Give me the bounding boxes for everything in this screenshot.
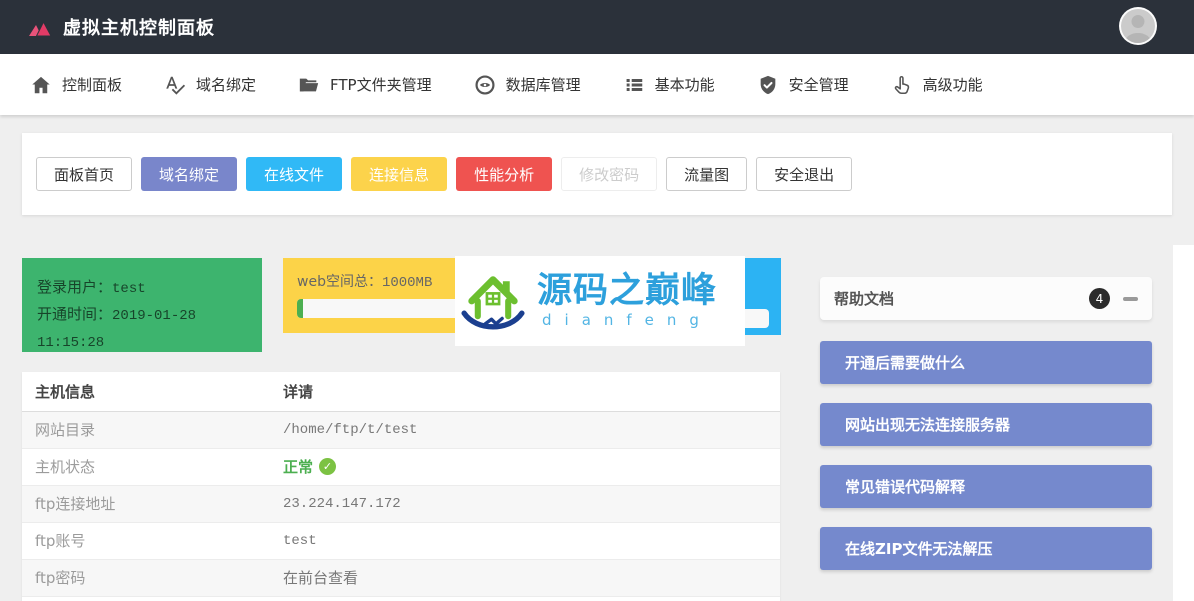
help-item-cannot-connect[interactable]: 网站出现无法连接服务器 bbox=[820, 403, 1152, 446]
web-space-progress-fill bbox=[297, 299, 304, 318]
app-title: 虚拟主机控制面板 bbox=[63, 18, 215, 39]
table-header-row: 主机信息 详请 bbox=[22, 372, 780, 412]
scrollbar-track[interactable] bbox=[1173, 245, 1194, 601]
shield-check-icon bbox=[757, 74, 779, 96]
nav-item-advanced[interactable]: 高级功能 bbox=[891, 74, 983, 96]
table-row: ftp密码 在前台查看 bbox=[22, 559, 780, 597]
row-label: ftp账号 bbox=[22, 522, 270, 560]
nav-item-ftp-folders[interactable]: FTP文件夹管理 bbox=[298, 74, 432, 96]
check-circle-icon: ✓ bbox=[319, 458, 337, 475]
row-label: ftp连接地址 bbox=[22, 485, 270, 523]
safe-logout-button[interactable]: 安全退出 bbox=[756, 157, 853, 191]
row-label: ftp密码 bbox=[22, 559, 270, 597]
open-time-label: 开通时间： bbox=[37, 305, 113, 323]
performance-button[interactable]: 性能分析 bbox=[456, 157, 553, 191]
help-item-after-activation[interactable]: 开通后需要做什么 bbox=[820, 341, 1152, 384]
nav-item-domain-bind[interactable]: 域名绑定 bbox=[164, 74, 256, 96]
help-docs-title: 帮助文档 bbox=[834, 290, 895, 308]
connection-info-button[interactable]: 连接信息 bbox=[351, 157, 448, 191]
col-header-host-info: 主机信息 bbox=[22, 372, 270, 412]
nav-item-security[interactable]: 安全管理 bbox=[757, 74, 849, 96]
open-time-line: 开通时间：2019-01-28 11:15:28 bbox=[37, 302, 247, 356]
quick-actions-card: 面板首页 域名绑定 在线文件 连接信息 性能分析 修改密码 流量图 安全退出 bbox=[22, 133, 1172, 215]
nav-label: 域名绑定 bbox=[196, 76, 257, 94]
spellcheck-icon bbox=[164, 74, 186, 96]
virtual-host-panel: 虚拟主机控制面板 控制面板 域名绑定 FTP文件夹管理 数据库管理 基本功能 安… bbox=[0, 0, 1194, 601]
help-item-zip-unzip-problem[interactable]: 在线ZIP文件无法解压 bbox=[820, 527, 1152, 570]
domain-bind-button[interactable]: 域名绑定 bbox=[141, 157, 238, 191]
status-text: 正常 bbox=[283, 458, 314, 476]
table-row: 网站目录 /home/ftp/t/test bbox=[22, 411, 780, 449]
row-label: 网站目录 bbox=[22, 411, 270, 449]
table-row: ftp连接地址 23.224.147.172 bbox=[22, 485, 780, 523]
user-avatar[interactable] bbox=[1119, 7, 1157, 45]
main-nav: 控制面板 域名绑定 FTP文件夹管理 数据库管理 基本功能 安全管理 高级功能 bbox=[0, 54, 1194, 115]
traffic-chart-button[interactable]: 流量图 bbox=[666, 157, 748, 191]
nav-label: 安全管理 bbox=[788, 76, 849, 94]
nav-label: 高级功能 bbox=[922, 76, 983, 94]
change-password-button[interactable]: 修改密码 bbox=[561, 157, 658, 191]
row-label: 主机状态 bbox=[22, 448, 270, 486]
watermark-title: 源码之巅峰 bbox=[537, 271, 718, 312]
watermark-text: 源码之巅峰 dianfeng bbox=[537, 273, 745, 329]
nav-item-database[interactable]: 数据库管理 bbox=[474, 74, 581, 96]
row-value: 在前台查看 bbox=[270, 559, 780, 597]
row-value: test bbox=[270, 522, 780, 560]
table-row: 主机状态 正常 ✓ bbox=[22, 448, 780, 486]
avatar-head-shape bbox=[1131, 15, 1145, 28]
table-row: ftp账号 test bbox=[22, 522, 780, 560]
list-icon bbox=[623, 74, 645, 96]
row-value: /home/ftp/t/test bbox=[270, 411, 780, 449]
nav-label: 基本功能 bbox=[654, 76, 715, 94]
folder-icon bbox=[298, 74, 320, 96]
row-value: 23.224.147.172 bbox=[270, 485, 780, 523]
nav-label: 数据库管理 bbox=[505, 76, 581, 94]
panel-home-button[interactable]: 面板首页 bbox=[36, 157, 133, 191]
collapse-minus-icon[interactable] bbox=[1123, 296, 1138, 301]
top-bar: 虚拟主机控制面板 bbox=[0, 0, 1194, 54]
avatar-shoulders-shape bbox=[1125, 33, 1151, 43]
nav-item-basic-functions[interactable]: 基本功能 bbox=[623, 74, 715, 96]
status-badge: 正常 ✓ bbox=[283, 456, 337, 477]
help-docs-header: 帮助文档 4 bbox=[820, 277, 1152, 320]
host-info-table: 主机信息 详请 网站目录 /home/ftp/t/test 主机状态 正常 ✓ bbox=[22, 372, 780, 597]
help-item-error-codes[interactable]: 常见错误代码解释 bbox=[820, 465, 1152, 508]
web-space-label: web空间总： bbox=[297, 274, 382, 290]
hand-icon bbox=[891, 74, 913, 96]
online-files-button[interactable]: 在线文件 bbox=[246, 157, 343, 191]
login-user-line: 登录用户：test bbox=[37, 275, 247, 302]
house-handshake-icon bbox=[455, 263, 531, 339]
login-info-card: 登录用户：test 开通时间：2019-01-28 11:15:28 bbox=[22, 258, 262, 352]
watermark-subtitle: dianfeng bbox=[542, 310, 712, 329]
nav-item-control-panel[interactable]: 控制面板 bbox=[30, 74, 122, 96]
host-info-card: 主机信息 详请 网站目录 /home/ftp/t/test 主机状态 正常 ✓ bbox=[22, 372, 780, 601]
help-count-badge: 4 bbox=[1089, 288, 1110, 309]
watermark-logo: 源码之巅峰 dianfeng bbox=[455, 256, 745, 346]
login-user-value: test bbox=[112, 281, 146, 297]
eye-icon bbox=[474, 74, 496, 96]
nav-label: 控制面板 bbox=[62, 76, 123, 94]
mountain-logo-icon bbox=[28, 18, 52, 37]
web-space-value: 1000MB bbox=[381, 275, 433, 291]
col-header-detail: 详请 bbox=[270, 372, 780, 412]
home-icon bbox=[30, 74, 52, 96]
nav-label: FTP文件夹管理 bbox=[330, 76, 432, 94]
login-user-label: 登录用户： bbox=[37, 278, 113, 296]
